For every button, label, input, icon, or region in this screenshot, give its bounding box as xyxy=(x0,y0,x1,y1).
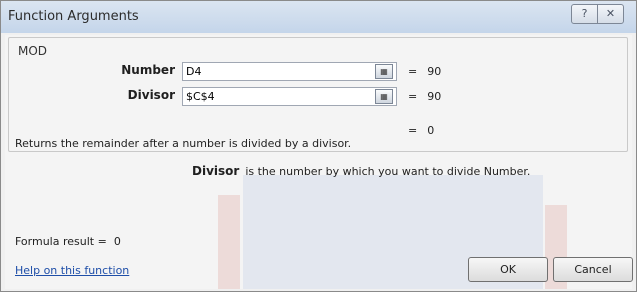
function-description: Returns the remainder after a number is … xyxy=(15,137,352,150)
watermark-bar-left xyxy=(218,195,240,289)
divisor-result: = 90 xyxy=(408,90,441,103)
question-icon: ? xyxy=(581,7,588,20)
formula-result-value: 0 xyxy=(113,235,121,248)
cancel-button[interactable]: Cancel xyxy=(553,257,633,282)
argument-description-name: Divisor xyxy=(192,164,240,178)
number-result: = 90 xyxy=(408,65,441,78)
number-label: Number xyxy=(121,63,175,77)
function-result-value: 0 xyxy=(427,124,435,137)
number-result-eq: = xyxy=(408,65,418,78)
ok-button[interactable]: OK xyxy=(468,257,548,282)
divisor-ref-button[interactable]: ▦ xyxy=(375,89,393,104)
divisor-result-eq: = xyxy=(408,90,418,103)
number-input[interactable] xyxy=(182,62,397,81)
close-icon: ✕ xyxy=(605,7,616,20)
number-result-value: 90 xyxy=(427,65,442,78)
function-name: MOD xyxy=(18,44,48,58)
dialog-body: MOD Number ▦ =90 Divisor ▦ =90 =0 Return… xyxy=(5,35,633,289)
close-button[interactable]: ✕ xyxy=(597,4,624,24)
function-result: = 0 xyxy=(408,124,434,137)
number-ref-button[interactable]: ▦ xyxy=(375,64,393,79)
argument-description: Divisor is the number by which you want t… xyxy=(192,164,530,178)
help-link[interactable]: Help on this function xyxy=(15,264,129,277)
divisor-input[interactable] xyxy=(182,87,397,106)
formula-result-label: Formula result = xyxy=(15,235,107,248)
argument-description-text: is the number by which you want to divid… xyxy=(245,165,531,178)
arguments-group: MOD Number ▦ =90 Divisor ▦ =90 =0 xyxy=(8,37,628,152)
dialog-title: Function Arguments xyxy=(8,9,139,24)
title-bar: Function Arguments ? ✕ xyxy=(1,1,636,33)
range-select-icon: ▦ xyxy=(380,67,388,76)
divisor-result-value: 90 xyxy=(427,90,442,103)
help-button[interactable]: ? xyxy=(571,4,598,24)
function-result-eq: = xyxy=(408,124,418,137)
function-arguments-dialog: Function Arguments ? ✕ MOD Number ▦ =90 … xyxy=(0,0,637,292)
divisor-label: Divisor xyxy=(127,88,175,102)
formula-result: Formula result = 0 xyxy=(15,235,121,248)
range-select-icon: ▦ xyxy=(380,92,388,101)
